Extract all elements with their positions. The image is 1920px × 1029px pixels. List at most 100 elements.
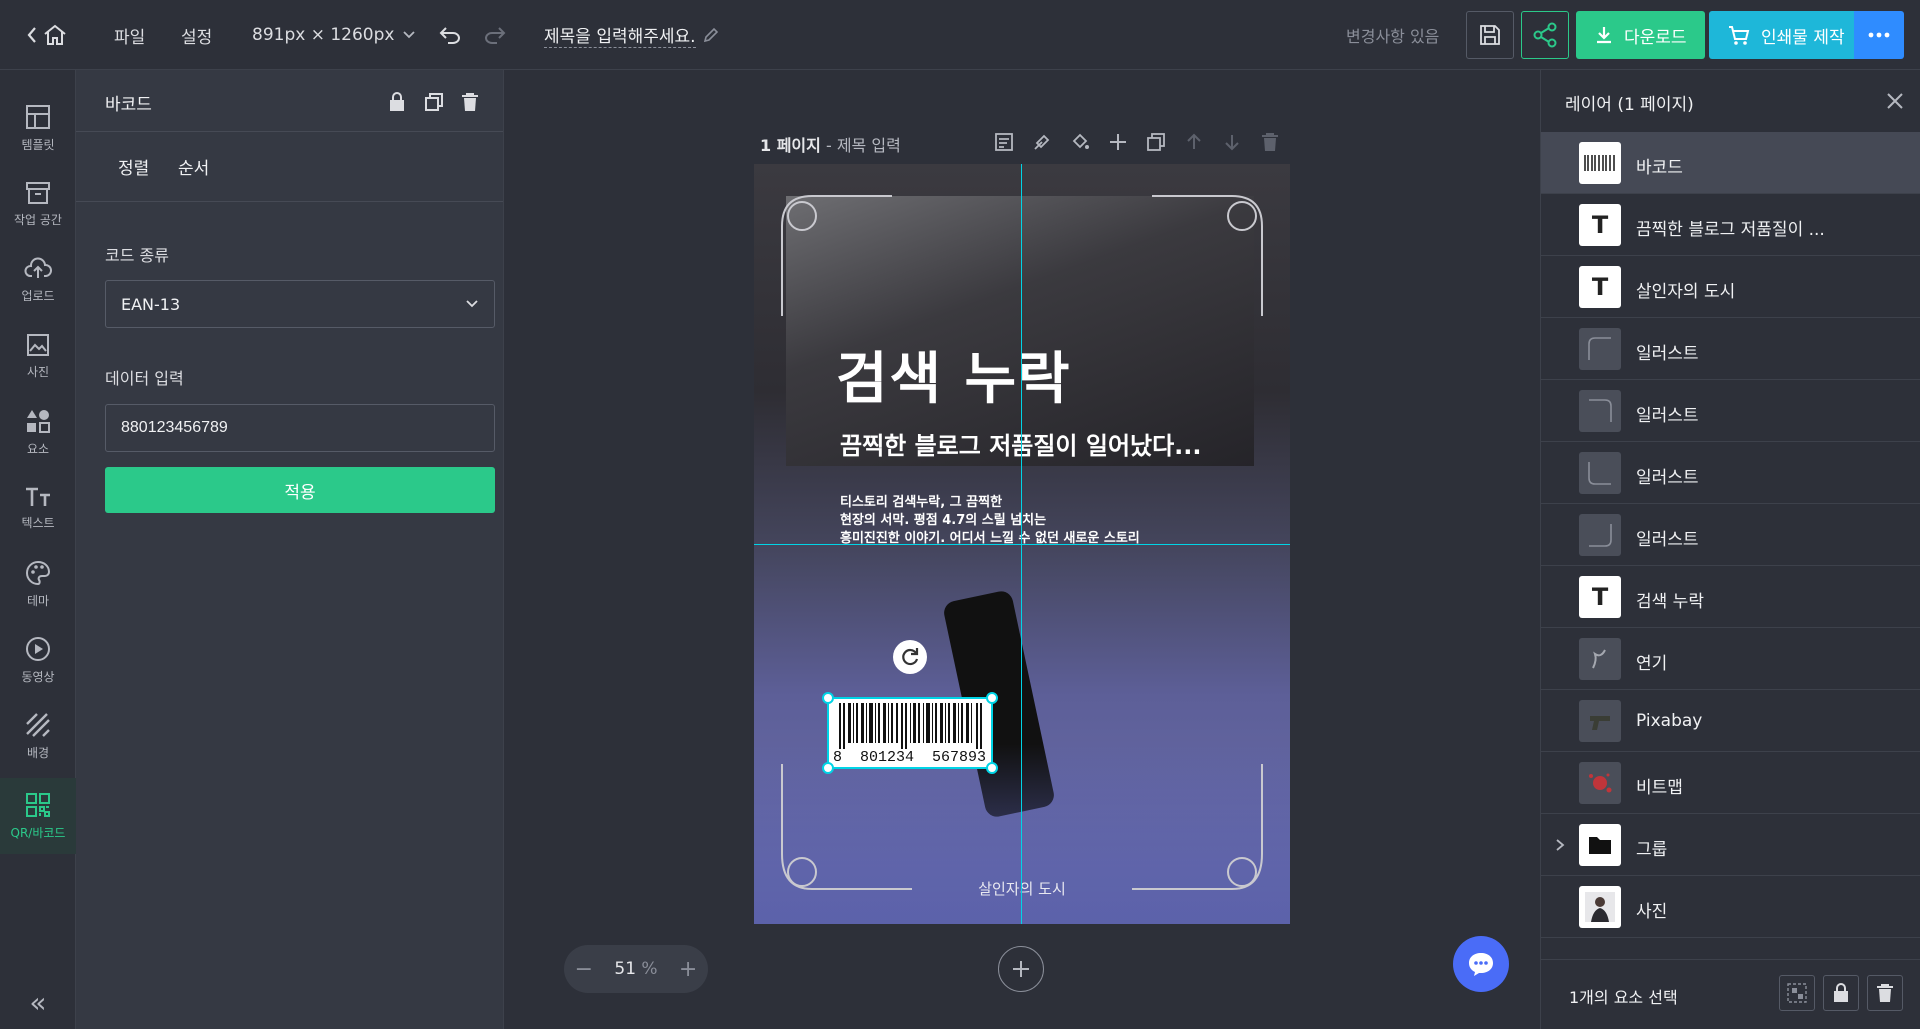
- ornament-thumb-icon: [1579, 390, 1621, 432]
- share-button[interactable]: [1521, 11, 1569, 59]
- text-thumb-icon: T: [1579, 266, 1621, 308]
- more-button[interactable]: [1854, 11, 1904, 59]
- code-type-select[interactable]: EAN-13: [105, 280, 495, 328]
- poster-description[interactable]: 티스토리 검색누락, 그 끔찍한 현장의 서막. 평점 4.7의 스릴 넘치는 …: [840, 494, 1220, 548]
- save-button[interactable]: [1466, 11, 1514, 59]
- layer-row-text[interactable]: T 검색 누락: [1541, 566, 1920, 628]
- back-home-button[interactable]: [26, 0, 68, 70]
- folder-icon: [1579, 824, 1621, 866]
- resize-handle-top-right[interactable]: [986, 692, 998, 704]
- poster-title[interactable]: 검색 누락: [836, 334, 1072, 415]
- tab-order[interactable]: 순서: [178, 154, 209, 179]
- collapse-sidebar-button[interactable]: «: [0, 982, 76, 1022]
- resize-handle-top-left[interactable]: [822, 692, 834, 704]
- ornament-frame-top: [781, 195, 1263, 316]
- document-title[interactable]: 제목을 입력해주세요.: [544, 0, 720, 70]
- page-style-button[interactable]: [1030, 130, 1054, 154]
- layer-row-text[interactable]: T 끔찍한 블로그 저품질이 ...: [1541, 194, 1920, 256]
- layer-name: 사진: [1636, 902, 1668, 922]
- home-icon: [44, 24, 66, 45]
- settings-menu[interactable]: 설정: [181, 0, 212, 70]
- upload-icon: [24, 257, 52, 278]
- poster-desc-line: 현장의 서막. 평점 4.7의 스릴 넘치는: [840, 513, 1047, 528]
- sidebar-item-elements[interactable]: 요소: [0, 394, 76, 470]
- group-button[interactable]: [1779, 975, 1815, 1011]
- eyedropper-icon: [1034, 134, 1050, 150]
- poster-footer[interactable]: 살인자의 도시: [754, 878, 1290, 899]
- layer-row-pixabay[interactable]: Pixabay: [1541, 690, 1920, 752]
- barcode-bars: [839, 703, 982, 749]
- page-move-up-button[interactable]: [1182, 130, 1206, 154]
- top-bar: 파일 설정 891px × 1260px 제목을 입력해주세요. 변경사항 있음…: [0, 0, 1920, 70]
- code-type-value: EAN-13: [121, 294, 181, 314]
- zoom-number: 51: [614, 959, 637, 979]
- tab-align[interactable]: 정렬: [118, 154, 149, 179]
- code-type-label: 코드 종류: [105, 246, 169, 265]
- page-move-down-button[interactable]: [1220, 130, 1244, 154]
- trash-icon[interactable]: [461, 92, 479, 112]
- sidebar-item-video[interactable]: 동영상: [0, 622, 76, 698]
- sidebar-item-text[interactable]: 텍스트: [0, 470, 76, 546]
- layer-row-photo[interactable]: 사진: [1541, 876, 1920, 938]
- poster-canvas[interactable]: 검색 누락 끔찍한 블로그 저품질이 일어났다... 티스토리 검색누락, 그 …: [754, 164, 1290, 924]
- barcode-element[interactable]: 8 801234 567893: [822, 692, 998, 774]
- layer-row-illust[interactable]: 일러스트: [1541, 442, 1920, 504]
- apply-button[interactable]: 적용: [105, 467, 495, 513]
- duplicate-icon[interactable]: [424, 92, 444, 112]
- layer-row-barcode[interactable]: 바코드: [1541, 132, 1920, 194]
- page-title[interactable]: - 제목 입력: [821, 136, 901, 155]
- file-menu[interactable]: 파일: [114, 0, 145, 70]
- arrow-up-icon: [1187, 133, 1201, 149]
- undo-button[interactable]: [438, 0, 462, 70]
- sidebar-item-qr-barcode[interactable]: QR/바코드: [0, 778, 76, 854]
- template-icon: [26, 104, 50, 129]
- layer-row-illust[interactable]: 일러스트: [1541, 318, 1920, 380]
- layer-name: 일러스트: [1636, 530, 1699, 550]
- chat-button[interactable]: [1453, 936, 1509, 992]
- layer-row-smoke[interactable]: 연기: [1541, 628, 1920, 690]
- lock-layer-button[interactable]: [1823, 975, 1859, 1011]
- zoom-out-button[interactable]: −: [575, 957, 593, 982]
- properties-title: 바코드: [105, 95, 152, 115]
- print-button[interactable]: 인쇄물 제작: [1709, 11, 1863, 59]
- redo-button[interactable]: [483, 0, 507, 70]
- page-fill-button[interactable]: [1068, 130, 1092, 154]
- zoom-in-button[interactable]: +: [679, 957, 697, 982]
- poster-desc-line: 티스토리 검색누락, 그 끔찍한: [840, 495, 1003, 510]
- layer-row-bitmap[interactable]: 비트맵: [1541, 752, 1920, 814]
- rotate-handle[interactable]: [893, 640, 927, 674]
- page-duplicate-button[interactable]: [1144, 130, 1168, 154]
- page-delete-button[interactable]: [1258, 130, 1282, 154]
- size-label: 891px × 1260px: [252, 25, 395, 45]
- download-button[interactable]: 다운로드: [1576, 11, 1705, 59]
- layer-name: 살인자의 도시: [1636, 282, 1736, 302]
- layer-row-group[interactable]: 그룹: [1541, 814, 1920, 876]
- layer-row-text[interactable]: T 살인자의 도시: [1541, 256, 1920, 318]
- qr-barcode-icon: [26, 792, 50, 817]
- barcode-data-input[interactable]: 880123456789: [105, 404, 495, 452]
- close-icon[interactable]: [1886, 92, 1904, 110]
- sidebar-item-upload[interactable]: 업로드: [0, 242, 76, 318]
- title-input[interactable]: 제목을 입력해주세요.: [544, 22, 696, 48]
- sidebar-item-theme[interactable]: 테마: [0, 546, 76, 622]
- barcode-digits: 8 801234 567893: [833, 749, 987, 766]
- memo-icon: [995, 133, 1013, 151]
- layer-row-illust[interactable]: 일러스트: [1541, 380, 1920, 442]
- page-memo-button[interactable]: [992, 130, 1016, 154]
- layer-name: 검색 누락: [1636, 592, 1704, 612]
- add-page-button[interactable]: [998, 946, 1044, 992]
- layer-row-illust[interactable]: 일러스트: [1541, 504, 1920, 566]
- sidebar-item-template[interactable]: 템플릿: [0, 90, 76, 166]
- zoom-value[interactable]: 51 %: [614, 959, 657, 979]
- delete-layer-button[interactable]: [1867, 975, 1903, 1011]
- page-add-button[interactable]: [1106, 130, 1130, 154]
- sidebar-item-workspace[interactable]: 작업 공간: [0, 166, 76, 242]
- size-dropdown[interactable]: 891px × 1260px: [252, 0, 416, 70]
- resize-handle-bottom-right[interactable]: [986, 762, 998, 774]
- lock-icon[interactable]: [388, 92, 406, 112]
- background-icon: [26, 712, 50, 737]
- sidebar-item-photo[interactable]: 사진: [0, 318, 76, 394]
- chevron-right-icon[interactable]: [1555, 838, 1565, 852]
- resize-handle-bottom-left[interactable]: [822, 762, 834, 774]
- sidebar-item-background[interactable]: 배경: [0, 698, 76, 774]
